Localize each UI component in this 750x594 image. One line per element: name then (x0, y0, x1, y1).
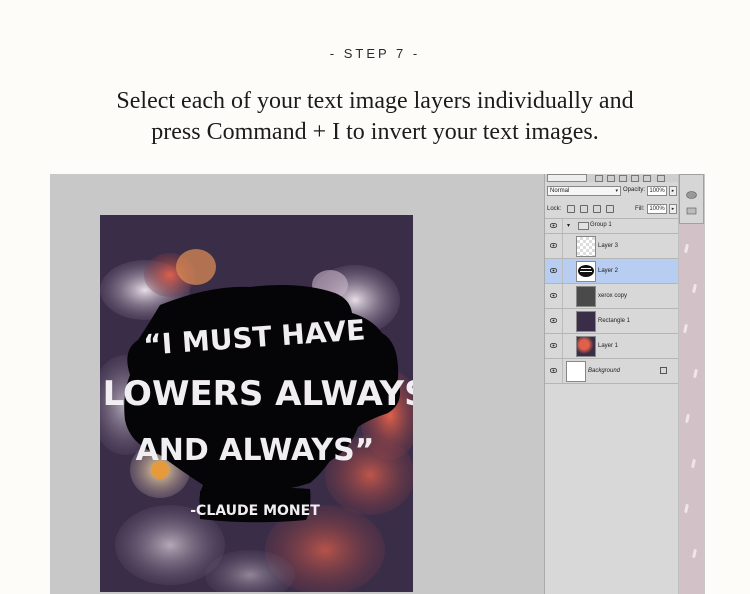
layers-icon[interactable] (686, 207, 697, 215)
eye-icon[interactable] (550, 243, 557, 248)
pattern-dash (685, 413, 690, 424)
instruction-line-2: press Command + I to invert your text im… (151, 119, 599, 145)
blend-mode-select[interactable]: Normal ▾ (547, 186, 621, 196)
pattern-dash (691, 458, 696, 469)
eye-icon[interactable] (550, 368, 557, 373)
lock-row: Lock: Fill: 100% ▸ (547, 204, 677, 214)
layer-row-background[interactable]: Background (545, 358, 679, 384)
filter-toggle-icon[interactable] (657, 175, 665, 182)
folder-icon (578, 222, 589, 230)
layer-row-layer-3[interactable]: Layer 3 (545, 233, 679, 258)
opacity-input[interactable]: 100% (647, 186, 667, 196)
pattern-dash (683, 323, 688, 334)
blend-row: Normal ▾ Opacity: 100% ▸ (547, 186, 677, 196)
visibility-column[interactable] (545, 284, 563, 308)
layer-name: Layer 3 (598, 243, 619, 249)
layer-thumbnail (576, 286, 596, 307)
layer-thumbnail (576, 311, 596, 332)
lock-transparent-icon[interactable] (567, 205, 575, 213)
panel-toolbar (545, 174, 679, 182)
lock-label: Lock: (547, 206, 562, 212)
chevron-down-icon: ▾ (615, 188, 618, 194)
eye-icon[interactable] (550, 223, 557, 228)
quote-line-3: AND ALWAYS” (136, 433, 375, 468)
pattern-dash (692, 548, 697, 559)
expand-triangle-icon[interactable]: ▾ (567, 222, 570, 229)
layer-name: Rectangle 1 (598, 318, 631, 324)
eye-icon[interactable] (550, 293, 557, 298)
instructions: Select each of your text image layers in… (100, 86, 650, 148)
lock-pixels-icon[interactable] (580, 205, 588, 213)
kind-filter-select[interactable] (547, 174, 587, 182)
visibility-column[interactable] (545, 309, 563, 333)
layers-list: ▾ Group 1 Layer 3 Layer 2 xerox copy Rec… (545, 218, 679, 384)
lock-all-icon[interactable] (606, 205, 614, 213)
layer-thumbnail (576, 261, 596, 282)
layer-name: xerox copy (598, 293, 628, 299)
instruction-line-1: Select each of your text image layers in… (116, 88, 634, 114)
eye-icon[interactable] (550, 318, 557, 323)
layer-name: Group 1 (590, 222, 612, 228)
opacity-label: Opacity: (623, 187, 646, 193)
layer-row-rectangle-1[interactable]: Rectangle 1 (545, 308, 679, 333)
layer-name: Background (588, 368, 621, 374)
fill-slider-toggle[interactable]: ▸ (669, 204, 677, 214)
visibility-column[interactable] (545, 234, 563, 258)
palette-icon[interactable] (686, 191, 697, 199)
side-pattern-strip (679, 174, 704, 594)
filter-pixel-icon[interactable] (595, 175, 603, 182)
blend-mode-value: Normal (550, 188, 570, 194)
filter-type-icon[interactable] (619, 175, 627, 182)
layer-row-group-1[interactable]: ▾ Group 1 (545, 218, 679, 233)
quote-attribution: -CLAUDE MONET (190, 503, 320, 519)
layers-panel: Normal ▾ Opacity: 100% ▸ Lock: Fill: 100… (544, 174, 679, 594)
layer-thumbnail (566, 361, 586, 382)
layer-row-xerox-copy[interactable]: xerox copy (545, 283, 679, 308)
visibility-column[interactable] (545, 219, 563, 233)
pattern-dash (684, 503, 689, 514)
text-splash-thumb-icon (578, 265, 594, 277)
step-label: - STEP 7 - (329, 46, 421, 61)
visibility-column[interactable] (545, 259, 563, 283)
opacity-slider-toggle[interactable]: ▸ (669, 186, 677, 196)
layer-row-layer-1[interactable]: Layer 1 (545, 333, 679, 358)
photoshop-screenshot: “I MUST HAVE FLOWERS ALWAYS AND ALWAYS” … (50, 174, 705, 594)
layer-thumbnail (576, 236, 596, 257)
layer-name: Layer 2 (598, 268, 619, 274)
lock-icon (660, 367, 667, 374)
panel-dock (679, 174, 704, 224)
filter-adjust-icon[interactable] (607, 175, 615, 182)
visibility-column[interactable] (545, 359, 563, 383)
pattern-dash (692, 283, 697, 294)
poster-artwork: “I MUST HAVE FLOWERS ALWAYS AND ALWAYS” … (100, 215, 413, 592)
filter-shape-icon[interactable] (631, 175, 639, 182)
fill-label: Fill: (635, 206, 645, 212)
layer-thumbnail (576, 336, 596, 357)
visibility-column[interactable] (545, 334, 563, 358)
fill-input[interactable]: 100% (647, 204, 667, 214)
layer-name: Layer 1 (598, 343, 619, 349)
poster-canvas: “I MUST HAVE FLOWERS ALWAYS AND ALWAYS” … (100, 215, 413, 592)
lock-position-icon[interactable] (593, 205, 601, 213)
layer-row-layer-2[interactable]: Layer 2 (545, 258, 679, 283)
quote-line-2: FLOWERS ALWAYS (100, 374, 413, 414)
pattern-dash (693, 368, 698, 379)
filter-smart-icon[interactable] (643, 175, 651, 182)
eye-icon[interactable] (550, 268, 557, 273)
pattern-dash (684, 243, 689, 254)
eye-icon[interactable] (550, 343, 557, 348)
